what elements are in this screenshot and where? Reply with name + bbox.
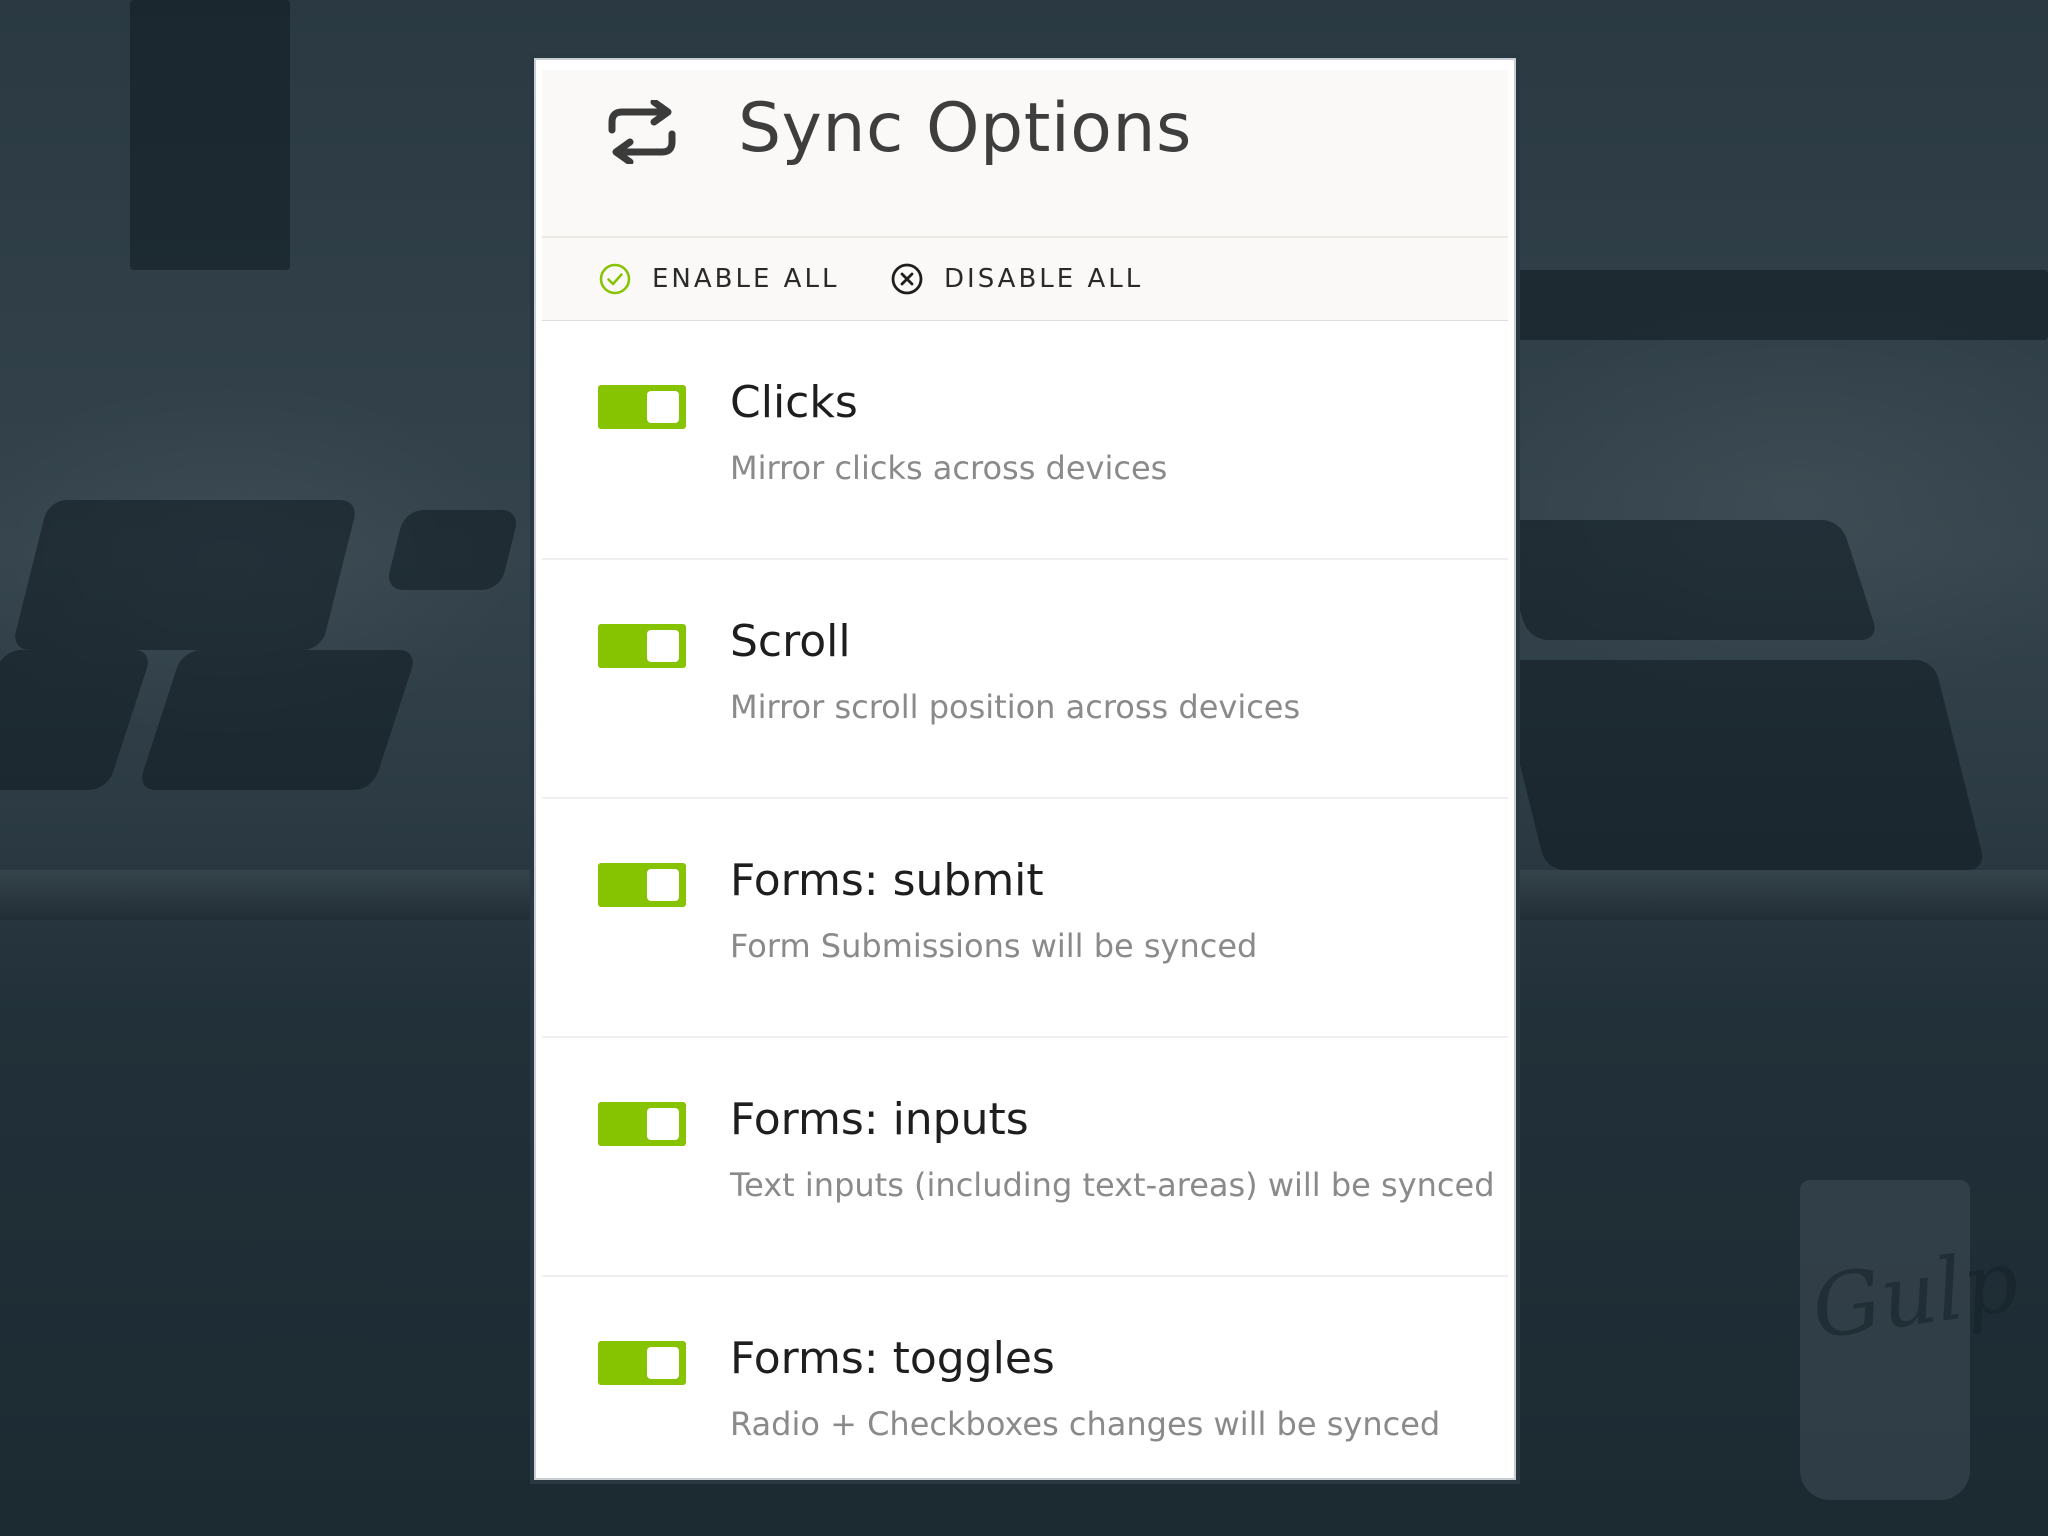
disable-all-button[interactable]: DISABLE ALL (890, 238, 1143, 320)
option-clicks: Clicks Mirror clicks across devices (542, 321, 1508, 560)
forms-inputs-toggle[interactable] (598, 1102, 686, 1146)
option-scroll: Scroll Mirror scroll position across dev… (542, 560, 1508, 799)
bg-monitor-right (1500, 270, 2048, 340)
bulk-actions-toolbar: ENABLE ALL DISABLE ALL (542, 237, 1508, 322)
forms-toggles-toggle[interactable] (598, 1341, 686, 1385)
option-title: Forms: toggles (730, 1333, 1055, 1384)
bg-keyboard (1490, 520, 1880, 640)
clicks-toggle[interactable] (598, 385, 686, 429)
check-circle-icon (599, 263, 631, 295)
toggle-knob (647, 869, 679, 901)
option-title: Scroll (730, 616, 851, 667)
option-description: Mirror scroll position across devices (730, 688, 1301, 726)
disable-all-label: DISABLE ALL (944, 264, 1144, 294)
option-forms-toggles: Forms: toggles Radio + Checkboxes change… (542, 1277, 1508, 1478)
bg-monitor-left (130, 0, 290, 270)
sync-options-list: Clicks Mirror clicks across devices Scro… (542, 321, 1508, 1478)
enable-all-button[interactable]: ENABLE ALL (598, 238, 839, 320)
bg-mousepad (1493, 660, 1987, 870)
toggle-knob (647, 630, 679, 662)
bg-phone (385, 510, 520, 590)
bg-tablet (137, 650, 418, 790)
panel-header: Sync Options (542, 70, 1508, 237)
toggle-knob (647, 1347, 679, 1379)
sync-arrows-icon (608, 100, 676, 164)
option-description: Radio + Checkboxes changes will be synce… (730, 1405, 1441, 1443)
option-description: Mirror clicks across devices (730, 449, 1168, 487)
toggle-knob (647, 1108, 679, 1140)
scroll-toggle[interactable] (598, 624, 686, 668)
option-forms-submit: Forms: submit Form Submissions will be s… (542, 799, 1508, 1038)
x-circle-icon (891, 263, 923, 295)
option-title: Clicks (730, 377, 858, 428)
option-title: Forms: inputs (730, 1094, 1029, 1145)
enable-all-label: ENABLE ALL (652, 264, 840, 294)
option-description: Text inputs (including text-areas) will … (730, 1166, 1495, 1204)
option-forms-inputs: Forms: inputs Text inputs (including tex… (542, 1038, 1508, 1277)
forms-submit-toggle[interactable] (598, 863, 686, 907)
option-title: Forms: submit (730, 855, 1044, 906)
toggle-knob (647, 391, 679, 423)
bg-tablet (11, 500, 359, 650)
page-title: Sync Options (738, 89, 1192, 168)
option-description: Form Submissions will be synced (730, 927, 1258, 965)
sync-options-panel: Sync Options ENABLE ALL DISABLE ALL Clic… (530, 54, 1520, 1484)
bg-tablet (0, 650, 153, 790)
